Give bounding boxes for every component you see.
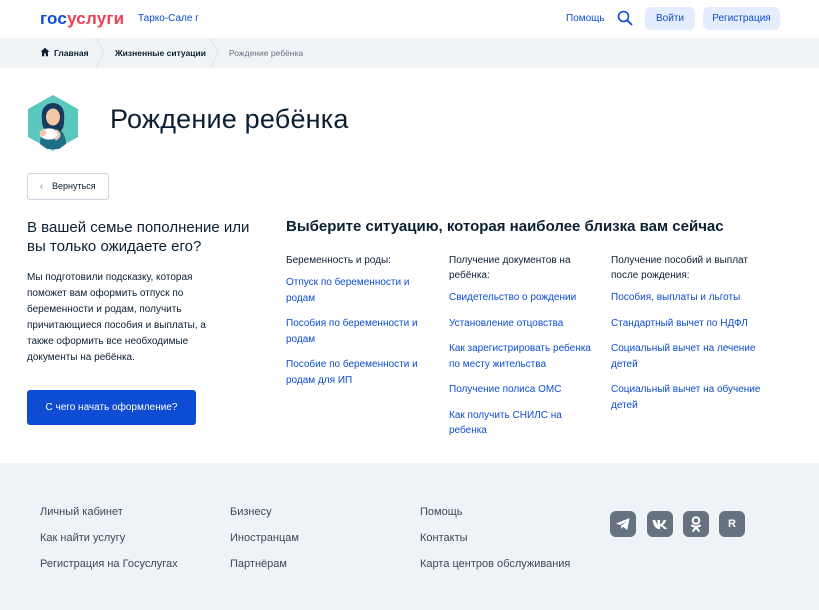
rutube-icon[interactable]: R <box>719 511 745 537</box>
intro-text: Мы подготовили подсказку, которая поможе… <box>27 272 206 363</box>
logo-part-2: услуги <box>67 9 125 28</box>
gosuslugi-logo[interactable]: госуслуги <box>40 9 124 29</box>
back-button-label: Вернуться <box>52 181 96 191</box>
situation-link[interactable]: Пособие по беременности и родам для ИП <box>286 357 436 388</box>
page-title: Рождение ребёнка <box>110 104 349 134</box>
footer-link-service-map[interactable]: Карта центров обслуживания <box>420 558 570 570</box>
situation-link[interactable]: Отпуск по беременности и родам <box>286 275 436 306</box>
situation-link[interactable]: Установление отцовства <box>449 316 599 332</box>
situation-link[interactable]: Пособия по беременности и родам <box>286 316 436 347</box>
footer-link-partners[interactable]: Партнёрам <box>230 558 287 570</box>
breadcrumb-separator-icon <box>95 38 105 68</box>
start-button[interactable]: С чего начать оформление? <box>27 390 196 425</box>
breadcrumb-separator-icon <box>209 38 219 68</box>
header: госуслуги Тарко-Сале г Помощь Войти Реги… <box>0 0 819 38</box>
vk-icon[interactable] <box>647 511 673 537</box>
breadcrumb-life-situations[interactable]: Жизненные ситуации <box>115 48 206 58</box>
footer-link-find-service[interactable]: Как найти услугу <box>40 532 125 544</box>
chevron-left-icon: ‹ <box>40 181 43 191</box>
search-icon[interactable] <box>617 10 633 26</box>
situation-link[interactable]: Получение полиса ОМС <box>449 382 599 398</box>
breadcrumb-home[interactable]: Главная <box>54 48 89 58</box>
city-selector[interactable]: Тарко-Сале г <box>138 13 199 24</box>
footer-link-business[interactable]: Бизнесу <box>230 506 272 518</box>
footer-link-cabinet[interactable]: Личный кабинет <box>40 506 123 518</box>
situations-title: Выберите ситуацию, которая наиболее близ… <box>286 218 724 235</box>
register-button[interactable]: Регистрация <box>703 7 780 30</box>
situation-link[interactable]: Стандартный вычет по НДФЛ <box>611 316 761 332</box>
logo-part-1: гос <box>40 9 68 28</box>
rutube-letter: R <box>728 518 736 530</box>
situation-link[interactable]: Свидетельство о рождении <box>449 290 599 306</box>
back-button[interactable]: ‹ Вернуться <box>27 173 109 200</box>
home-icon <box>40 47 50 57</box>
intro-title: В вашей семье пополнение или вы только о… <box>27 219 250 255</box>
column-heading: Беременность и роды: <box>286 255 391 266</box>
login-button[interactable]: Войти <box>645 7 695 30</box>
situations-column-pregnancy: Беременность и роды: Отпуск по беременно… <box>286 253 436 398</box>
footer-link-registration[interactable]: Регистрация на Госуслугах <box>40 558 178 570</box>
footer-link-help[interactable]: Помощь <box>420 506 463 518</box>
column-heading: Получение документов на ребёнка: <box>449 255 571 281</box>
footer-link-foreigners[interactable]: Иностранцам <box>230 532 299 544</box>
mother-and-baby-illustration <box>28 95 78 151</box>
telegram-icon[interactable] <box>610 511 636 537</box>
situation-link[interactable]: Социальный вычет на обучение детей <box>611 382 761 413</box>
help-link[interactable]: Помощь <box>566 13 605 24</box>
situation-link[interactable]: Как зарегистрировать ребенка по месту жи… <box>449 341 599 372</box>
breadcrumb: Главная Жизненные ситуации Рождение ребё… <box>0 38 819 68</box>
situation-link[interactable]: Как получить СНИЛС на ребенка <box>449 408 599 439</box>
situation-link[interactable]: Пособия, выплаты и льготы <box>611 290 761 306</box>
footer-link-contacts[interactable]: Контакты <box>420 532 468 544</box>
breadcrumb-current: Рождение ребёнка <box>229 48 304 58</box>
situations-column-documents: Получение документов на ребёнка: Свидете… <box>449 253 599 449</box>
odnoklassniki-icon[interactable] <box>683 511 709 537</box>
situations-column-benefits: Получение пособий и выплат после рождени… <box>611 253 761 423</box>
situation-link[interactable]: Социальный вычет на лечение детей <box>611 341 761 372</box>
column-heading: Получение пособий и выплат после рождени… <box>611 255 748 281</box>
